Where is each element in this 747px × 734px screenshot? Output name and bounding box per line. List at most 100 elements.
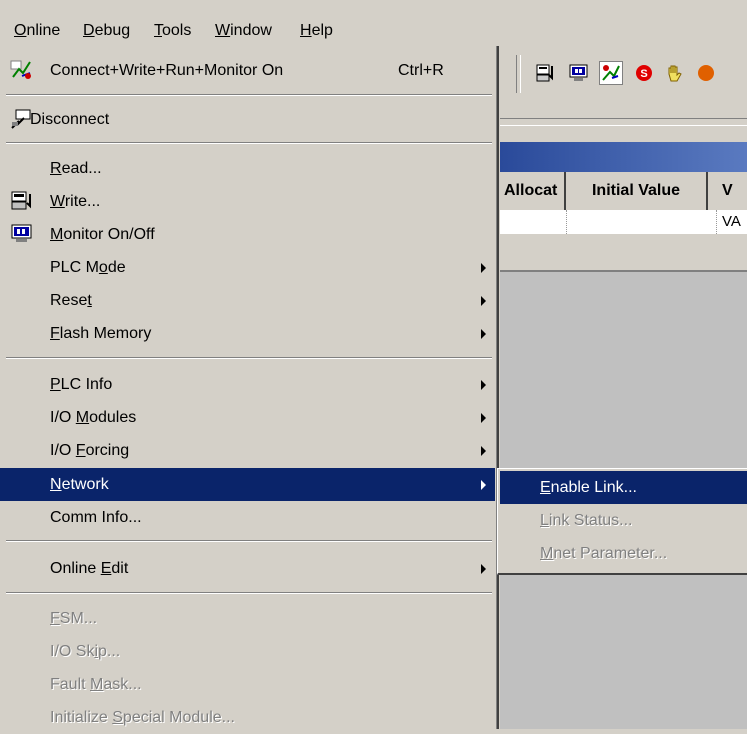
hand-icon[interactable] (664, 62, 686, 84)
submenu-arrow-icon (481, 296, 486, 306)
menu-item-fault-mask[interactable]: Fault Mask... (0, 668, 495, 701)
menu-item-write[interactable]: Write... (0, 185, 495, 218)
mnemonic: W (215, 22, 231, 39)
label-rest: ink Status... (548, 512, 633, 529)
menu-item-fsm[interactable]: FSM... (0, 602, 495, 635)
menu-separator (6, 357, 492, 359)
menu-tools[interactable]: Tools (150, 18, 195, 44)
menu-separator (6, 540, 492, 542)
label-pre: Fault (50, 676, 91, 693)
menu-online[interactable]: Online (10, 18, 64, 44)
label-rest: lash Memory (59, 325, 152, 342)
menu-separator (6, 592, 492, 594)
write-to-plc-icon[interactable] (535, 62, 557, 84)
menu-item-io-forcing[interactable]: I/O Forcing (0, 434, 495, 467)
mnemonic: F (50, 325, 60, 342)
table-cell[interactable] (500, 210, 567, 234)
menu-item-label: Mnet Parameter... (540, 537, 667, 570)
toolbar-next-icon[interactable] (695, 62, 717, 84)
mnemonic: S (112, 709, 123, 726)
menu-label-rest: nline (26, 22, 61, 39)
menu-item-reset[interactable]: Reset (0, 284, 495, 317)
submenu-item-mnet-parameter[interactable]: Mnet Parameter... (500, 537, 747, 570)
mnemonic: O (14, 22, 27, 39)
menu-item-plc-mode[interactable]: PLC Mode (0, 251, 495, 284)
menu-item-read[interactable]: Read... (0, 152, 495, 185)
menu-label-rest: indow (230, 22, 272, 39)
mnemonic: W (50, 193, 65, 210)
connect-run-icon[interactable] (599, 61, 623, 85)
mnemonic: E (540, 479, 551, 496)
menu-item-label: Network (50, 468, 109, 501)
submenu-arrow-icon (481, 380, 486, 390)
grid-header: Allocat Initial Value V (500, 172, 747, 211)
column-header-allocation[interactable]: Allocat (498, 172, 566, 210)
menu-item-connect-write-run-monitor[interactable]: Connect+Write+Run+Monitor On Ctrl+R (0, 54, 495, 87)
toolbar-strip (500, 118, 747, 126)
mnemonic: o (98, 259, 108, 276)
mnemonic: M (50, 226, 64, 243)
menu-item-monitor-on-off[interactable]: Monitor On/Off (0, 218, 495, 251)
label-pre: PLC M (50, 259, 99, 276)
column-header-initial-value[interactable]: Initial Value (566, 172, 708, 210)
submenu-arrow-icon (481, 263, 486, 273)
menu-item-io-modules[interactable]: I/O Modules (0, 401, 495, 434)
label-pre: I/O (50, 442, 76, 459)
label-rest: dit (111, 560, 129, 577)
menu-item-comm-info[interactable]: Comm Info... (0, 501, 495, 534)
mnemonic: M (540, 545, 554, 562)
menu-item-label: Flash Memory (50, 317, 151, 350)
menu-help[interactable]: Help (296, 18, 337, 44)
submenu-arrow-icon (481, 446, 486, 456)
menu-item-label: FSM... (50, 602, 97, 635)
monitor-icon[interactable] (568, 62, 590, 84)
menu-item-flash-memory[interactable]: Flash Memory (0, 317, 495, 350)
label-rest: odules (89, 409, 137, 426)
label-pre: Online (50, 560, 101, 577)
menu-item-online-edit[interactable]: Online Edit (0, 552, 495, 585)
menu-separator (6, 142, 492, 144)
menu-item-plc-info[interactable]: PLC Info (0, 368, 495, 401)
label-rest: de (107, 259, 126, 276)
column-header-v[interactable]: V (716, 172, 747, 210)
menu-item-label: I/O Forcing (50, 434, 129, 467)
label-rest: ead... (61, 160, 102, 177)
mnemonic: H (300, 22, 312, 39)
mnemonic: E (100, 560, 112, 577)
menu-item-label: Connect+Write+Run+Monitor On (50, 62, 284, 79)
grid-footer (500, 234, 747, 272)
menu-item-label: Comm Info... (50, 509, 142, 526)
menu-item-disconnect[interactable]: Disconnect (0, 103, 495, 136)
table-row[interactable]: VA (500, 210, 747, 235)
menu-item-network[interactable]: Network (0, 468, 495, 501)
label-rest: SM... (59, 610, 98, 627)
stop-icon[interactable]: S (633, 62, 655, 84)
submenu-item-enable-link[interactable]: Enable Link... (500, 471, 747, 504)
label-rest: orcing (85, 442, 130, 459)
label-rest: onitor On/Off (63, 226, 155, 243)
menubar: Online Debug Tools Window Help (0, 18, 747, 44)
submenu-item-link-status[interactable]: Link Status... (500, 504, 747, 537)
menu-item-io-skip[interactable]: I/O Skip... (0, 635, 495, 668)
table-cell[interactable]: VA (718, 210, 747, 234)
menu-item-label: Reset (50, 284, 92, 317)
label-pre: I/O (50, 409, 76, 426)
submenu-arrow-icon (481, 329, 486, 339)
menu-item-label: Link Status... (540, 504, 633, 537)
menu-item-initialize-special-module[interactable]: Initialize Special Module... (0, 701, 495, 734)
label-rest: LC Info (60, 376, 113, 393)
menu-item-label: Fault Mask... (50, 668, 142, 701)
mnemonic: R (50, 160, 62, 177)
menu-item-label: Online Edit (50, 552, 128, 585)
table-cell[interactable] (566, 210, 717, 234)
label-rest: ask... (103, 676, 142, 693)
label-rest: rite... (64, 193, 101, 210)
mnemonic: M (75, 409, 90, 426)
menu-label-rest: ebug (94, 22, 131, 39)
menu-debug[interactable]: Debug (79, 18, 134, 44)
menu-window[interactable]: Window (211, 18, 276, 44)
label-rest: net Parameter... (553, 545, 668, 562)
mnemonic: F (50, 610, 60, 627)
menu-item-label: Monitor On/Off (50, 218, 155, 251)
mnemonic: P (50, 376, 61, 393)
